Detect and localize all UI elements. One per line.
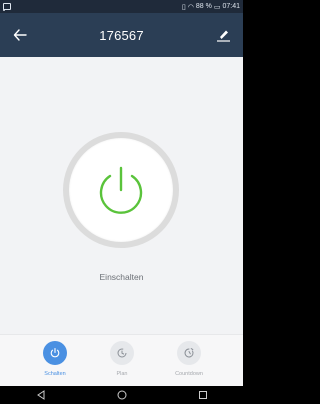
- pencil-icon[interactable]: [213, 25, 233, 45]
- nav-label: Plan: [116, 371, 128, 377]
- recents-square-icon[interactable]: [193, 388, 213, 402]
- clock-icon: [110, 341, 134, 365]
- system-nav-bar: [0, 386, 243, 404]
- app-screen: ▯ ◠ 88 % ▭ 07:41 176567 Einschalten Scha…: [0, 0, 243, 404]
- nav-item-countdown[interactable]: Countdown: [159, 341, 219, 385]
- app-header: 176567: [0, 13, 243, 57]
- home-circle-icon[interactable]: [112, 388, 132, 402]
- power-icon: [99, 166, 143, 214]
- nav-item-plan[interactable]: Plan: [92, 341, 152, 385]
- battery-icon: ▭: [213, 3, 221, 11]
- page-title: 176567: [99, 27, 144, 43]
- device-control-area: Einschalten: [0, 57, 243, 334]
- nav-item-schalten[interactable]: Schalten: [25, 341, 85, 385]
- cast-icon: [3, 3, 11, 11]
- arrow-left-icon[interactable]: [10, 25, 30, 45]
- nav-label: Schalten: [44, 371, 66, 377]
- battery-text: 88 %: [195, 3, 212, 10]
- clock-time: 07:41: [222, 3, 240, 10]
- wifi-icon: ◠: [187, 3, 194, 11]
- vibrate-icon: ▯: [181, 3, 186, 11]
- timer-icon: [177, 341, 201, 365]
- nav-label: Countdown: [175, 371, 203, 377]
- bottom-nav: Schalten Plan Countdown: [0, 334, 243, 386]
- power-toggle-button[interactable]: [63, 132, 179, 248]
- power-icon: [43, 341, 67, 365]
- status-bar: ▯ ◠ 88 % ▭ 07:41: [0, 0, 243, 13]
- back-triangle-icon[interactable]: [31, 388, 51, 402]
- device-state-label: Einschalten: [99, 272, 144, 282]
